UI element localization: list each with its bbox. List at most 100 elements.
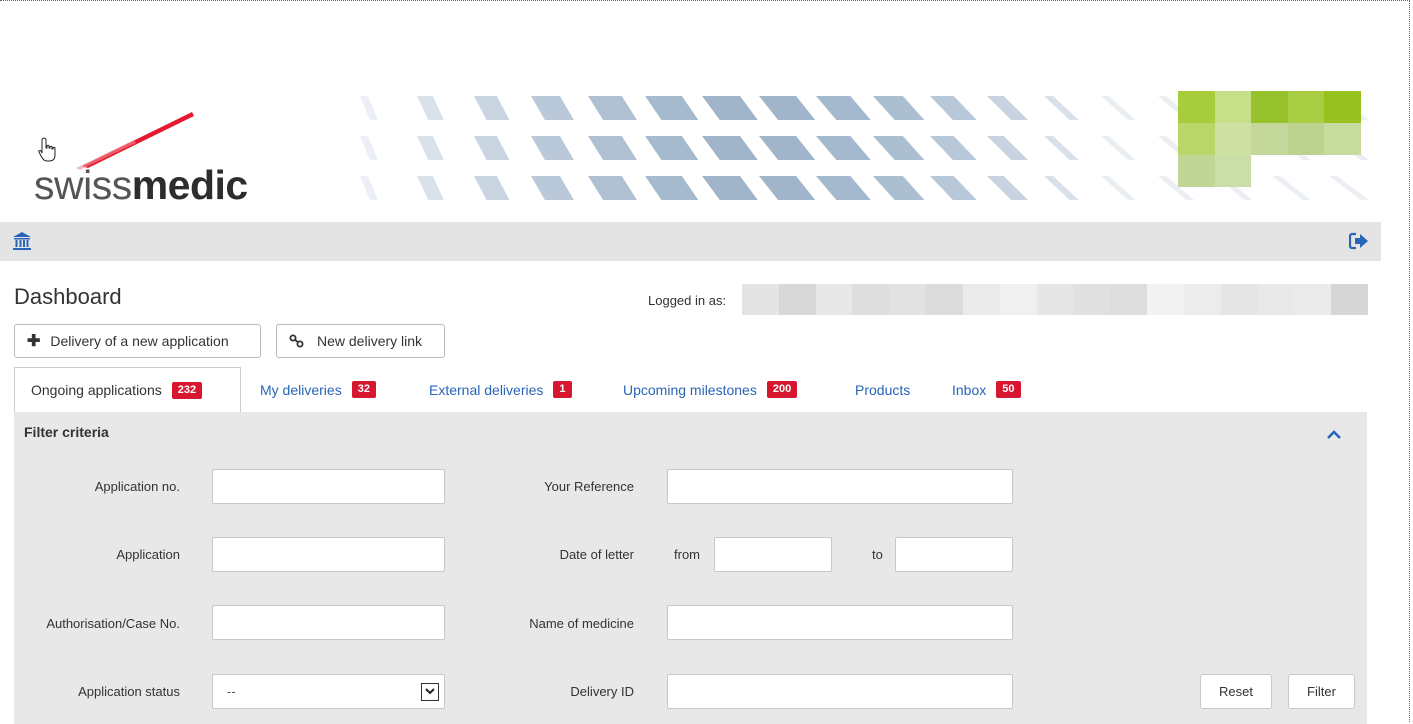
name-of-medicine-label: Name of medicine [529, 616, 634, 631]
green-tile [1214, 91, 1251, 123]
count-badge: 32 [351, 381, 376, 398]
redacted-block [815, 284, 853, 315]
green-tile [1251, 123, 1288, 155]
redacted-block [999, 284, 1037, 315]
redacted-block [889, 284, 927, 315]
tab-label: Products [855, 381, 911, 398]
new-link-label: New delivery link [317, 333, 423, 349]
banner-stripe [588, 96, 637, 120]
date-to-field[interactable] [895, 537, 1013, 572]
count-badge: 1 [553, 381, 572, 398]
new-application-button[interactable]: ✚ Delivery of a new application [14, 324, 261, 358]
bank-icon[interactable] [12, 231, 32, 251]
date-from-field[interactable] [714, 537, 832, 572]
chevron-down-icon [421, 682, 439, 701]
banner-stripe [987, 96, 1028, 120]
banner-stripe [360, 96, 378, 120]
banner-stripe [645, 176, 699, 200]
authorisation-field[interactable] [212, 605, 445, 640]
redacted-block [1331, 284, 1369, 315]
application-no-field[interactable] [212, 469, 445, 504]
chevron-up-icon[interactable] [1327, 430, 1341, 440]
green-tile [1214, 123, 1251, 155]
banner-stripe [531, 136, 574, 160]
application-no-label: Application no. [94, 479, 180, 494]
redacted-block [962, 284, 1000, 315]
banner-stripe [474, 136, 510, 160]
banner-stripe [1044, 96, 1079, 120]
banner-stripe [1044, 136, 1079, 160]
tab-upcoming-milestones[interactable]: Upcoming milestones 200 [623, 367, 798, 412]
page-title: Dashboard [14, 284, 122, 309]
banner-stripe [588, 136, 637, 160]
application-label: Application [116, 547, 180, 562]
header-banner: swissmedic [0, 0, 1400, 222]
green-tile [1214, 155, 1251, 187]
banner-stripe [417, 96, 444, 120]
date-of-letter-label: Date of letter [559, 547, 634, 562]
green-tile [1178, 123, 1215, 155]
green-tile [1178, 91, 1215, 123]
banner-stripe [702, 136, 758, 160]
banner-stripe [816, 96, 871, 120]
banner-stripe [645, 96, 699, 120]
redacted-block [852, 284, 890, 315]
green-tiles [1178, 91, 1370, 187]
logo-text: swissmedic [34, 162, 248, 209]
new-delivery-link-button[interactable]: New delivery link [276, 324, 445, 358]
banner-stripe [417, 176, 444, 200]
tab-inbox[interactable]: Inbox 50 [952, 367, 1021, 412]
application-status-label: Application status [78, 684, 180, 699]
tab-bar: Ongoing applications 232 My deliveries 3… [14, 367, 1367, 412]
green-tile [1287, 91, 1324, 123]
tab-ongoing-applications[interactable]: Ongoing applications 232 [14, 367, 241, 412]
logo-text-bold: medic [131, 162, 249, 208]
green-tile [1324, 91, 1361, 123]
plus-icon: ✚ [27, 333, 41, 350]
banner-stripe [588, 176, 637, 200]
banner-stripe [474, 176, 510, 200]
application-field[interactable] [212, 537, 445, 572]
count-badge: 232 [171, 381, 203, 399]
banner-stripe [816, 176, 871, 200]
banner-stripe [930, 96, 977, 120]
banner-stripe [873, 136, 925, 160]
status-select-value: -- [227, 684, 236, 699]
name-of-medicine-field[interactable] [667, 605, 1013, 640]
banner-stripe [360, 176, 378, 200]
application-status-select[interactable]: -- [212, 674, 445, 709]
banner-stripe [1044, 176, 1079, 200]
sign-out-icon[interactable] [1349, 232, 1369, 250]
new-application-label: Delivery of a new application [50, 333, 229, 349]
redacted-block [1257, 284, 1295, 315]
reset-button[interactable]: Reset [1200, 674, 1272, 709]
banner-stripe [1272, 176, 1311, 200]
tab-label: My deliveries [260, 381, 342, 398]
logged-in-label: Logged in as: [648, 293, 727, 308]
banner-stripe [987, 136, 1028, 160]
banner-stripe [1101, 176, 1136, 200]
to-label: to [872, 547, 883, 562]
redacted-block [1036, 284, 1074, 315]
redacted-block [778, 284, 816, 315]
logo-text-light: swiss [34, 162, 132, 208]
filter-button[interactable]: Filter [1288, 674, 1355, 709]
swissmedic-logo[interactable]: swissmedic [34, 110, 304, 210]
banner-stripe [987, 176, 1028, 200]
count-badge: 50 [996, 381, 1021, 398]
green-tile [1251, 91, 1288, 123]
redacted-block [742, 284, 779, 315]
redacted-block [1147, 284, 1184, 315]
redacted-block [1183, 284, 1221, 315]
banner-stripe [531, 96, 574, 120]
banner-stripe [759, 176, 816, 200]
tab-external-deliveries[interactable]: External deliveries 1 [429, 367, 572, 412]
banner-stripe [930, 176, 977, 200]
tab-products[interactable]: Products [855, 367, 910, 412]
tab-my-deliveries[interactable]: My deliveries 32 [260, 367, 376, 412]
your-reference-field[interactable] [667, 469, 1013, 504]
redacted-block [1073, 284, 1111, 315]
delivery-id-field[interactable] [667, 674, 1013, 709]
banner-stripe [759, 136, 816, 160]
green-tile [1178, 155, 1215, 187]
